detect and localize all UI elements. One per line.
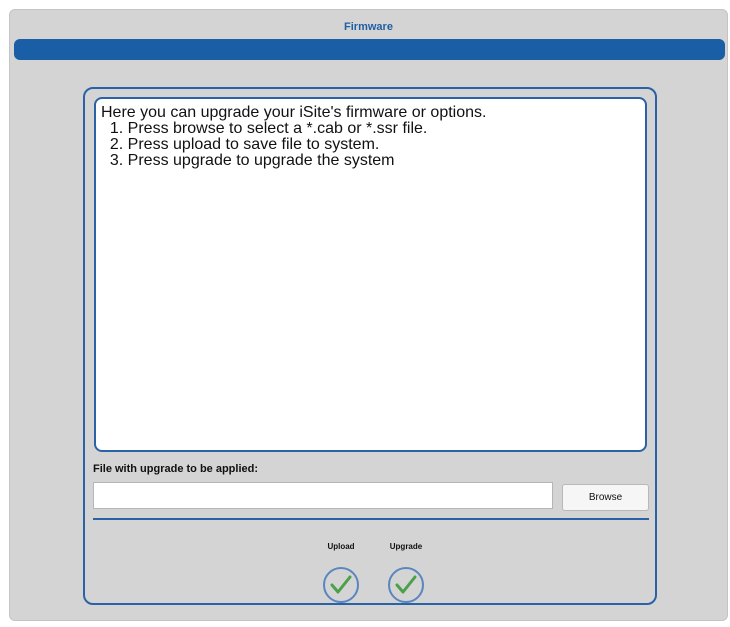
instruction-line-3: 3. Press upgrade to upgrade the system	[101, 152, 395, 169]
upgrade-label: Upgrade	[389, 542, 423, 551]
upload-label: Upload	[327, 542, 355, 551]
browse-button[interactable]: Browse	[562, 484, 649, 511]
upload-action[interactable]: Upload	[311, 542, 371, 604]
instruction-line-2: 2. Press upload to save file to system.	[101, 136, 380, 153]
upgrade-action[interactable]: Upgrade	[376, 542, 436, 604]
upload-check-icon[interactable]	[322, 566, 360, 604]
upgrade-check-icon[interactable]	[387, 566, 425, 604]
instruction-line-1: 1. Press browse to select a *.cab or *.s…	[101, 120, 428, 137]
divider	[93, 518, 649, 520]
window-title: Firmware	[344, 21, 393, 33]
file-path-input[interactable]	[93, 482, 553, 509]
intro-line: Here you can upgrade your iSite's firmwa…	[101, 104, 487, 121]
title-bar	[14, 39, 725, 60]
file-label: File with upgrade to be applied:	[93, 463, 259, 475]
firmware-window: Firmware Here you can upgrade your iSite…	[9, 9, 728, 621]
instructions-textarea[interactable]: Here you can upgrade your iSite's firmwa…	[94, 97, 647, 452]
firmware-panel: Here you can upgrade your iSite's firmwa…	[83, 87, 657, 605]
